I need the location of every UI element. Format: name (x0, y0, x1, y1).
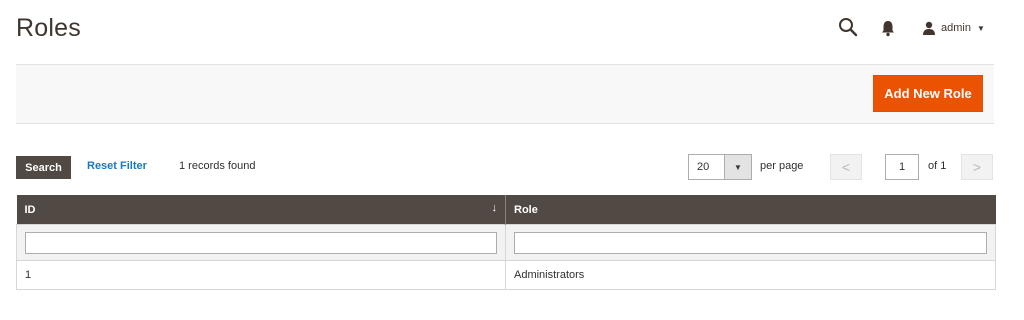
page-total: of 1 (928, 160, 947, 172)
column-header-label: ID (24, 203, 36, 216)
filter-cell (16, 224, 506, 261)
page-title: Roles (16, 14, 81, 42)
per-page-label: per page (760, 160, 804, 172)
page-number-input[interactable] (885, 154, 919, 180)
per-page-select[interactable]: 20 ▼ (688, 154, 752, 180)
role-filter-input[interactable] (514, 231, 987, 254)
table-header-row: ID ↓ Role (16, 195, 996, 225)
cell-id: 1 (16, 260, 506, 290)
cell-role: Administrators (505, 260, 996, 290)
page-actions-bar (16, 64, 994, 124)
caret-down-icon[interactable]: ▼ (724, 155, 751, 179)
previous-page-button[interactable]: < (830, 154, 862, 180)
sort-arrow-icon: ↓ (491, 202, 498, 214)
user-menu[interactable]: admin ▼ (922, 17, 985, 39)
column-header-label: Role (514, 203, 538, 216)
caret-down-icon: ▼ (976, 23, 985, 33)
id-filter-input[interactable] (25, 231, 497, 254)
per-page-value: 20 (697, 161, 710, 173)
reset-filter-link[interactable]: Reset Filter (87, 160, 147, 172)
search-button[interactable]: Search (16, 156, 71, 179)
user-name: admin (941, 22, 971, 34)
column-header-role[interactable]: Role (505, 195, 996, 225)
column-header-id[interactable]: ID ↓ (16, 195, 506, 225)
roles-grid: ID ↓ Role 1 Administrators (16, 195, 996, 290)
records-count: 1 records found (179, 160, 256, 172)
add-new-role-button[interactable]: Add New Role (873, 75, 983, 112)
table-row[interactable]: 1 Administrators (16, 260, 996, 290)
filter-row (16, 224, 996, 261)
next-page-button[interactable]: > (961, 154, 993, 180)
bell-icon[interactable] (880, 19, 896, 37)
filter-cell (505, 224, 996, 261)
search-icon[interactable] (838, 17, 858, 37)
user-icon (923, 21, 935, 35)
